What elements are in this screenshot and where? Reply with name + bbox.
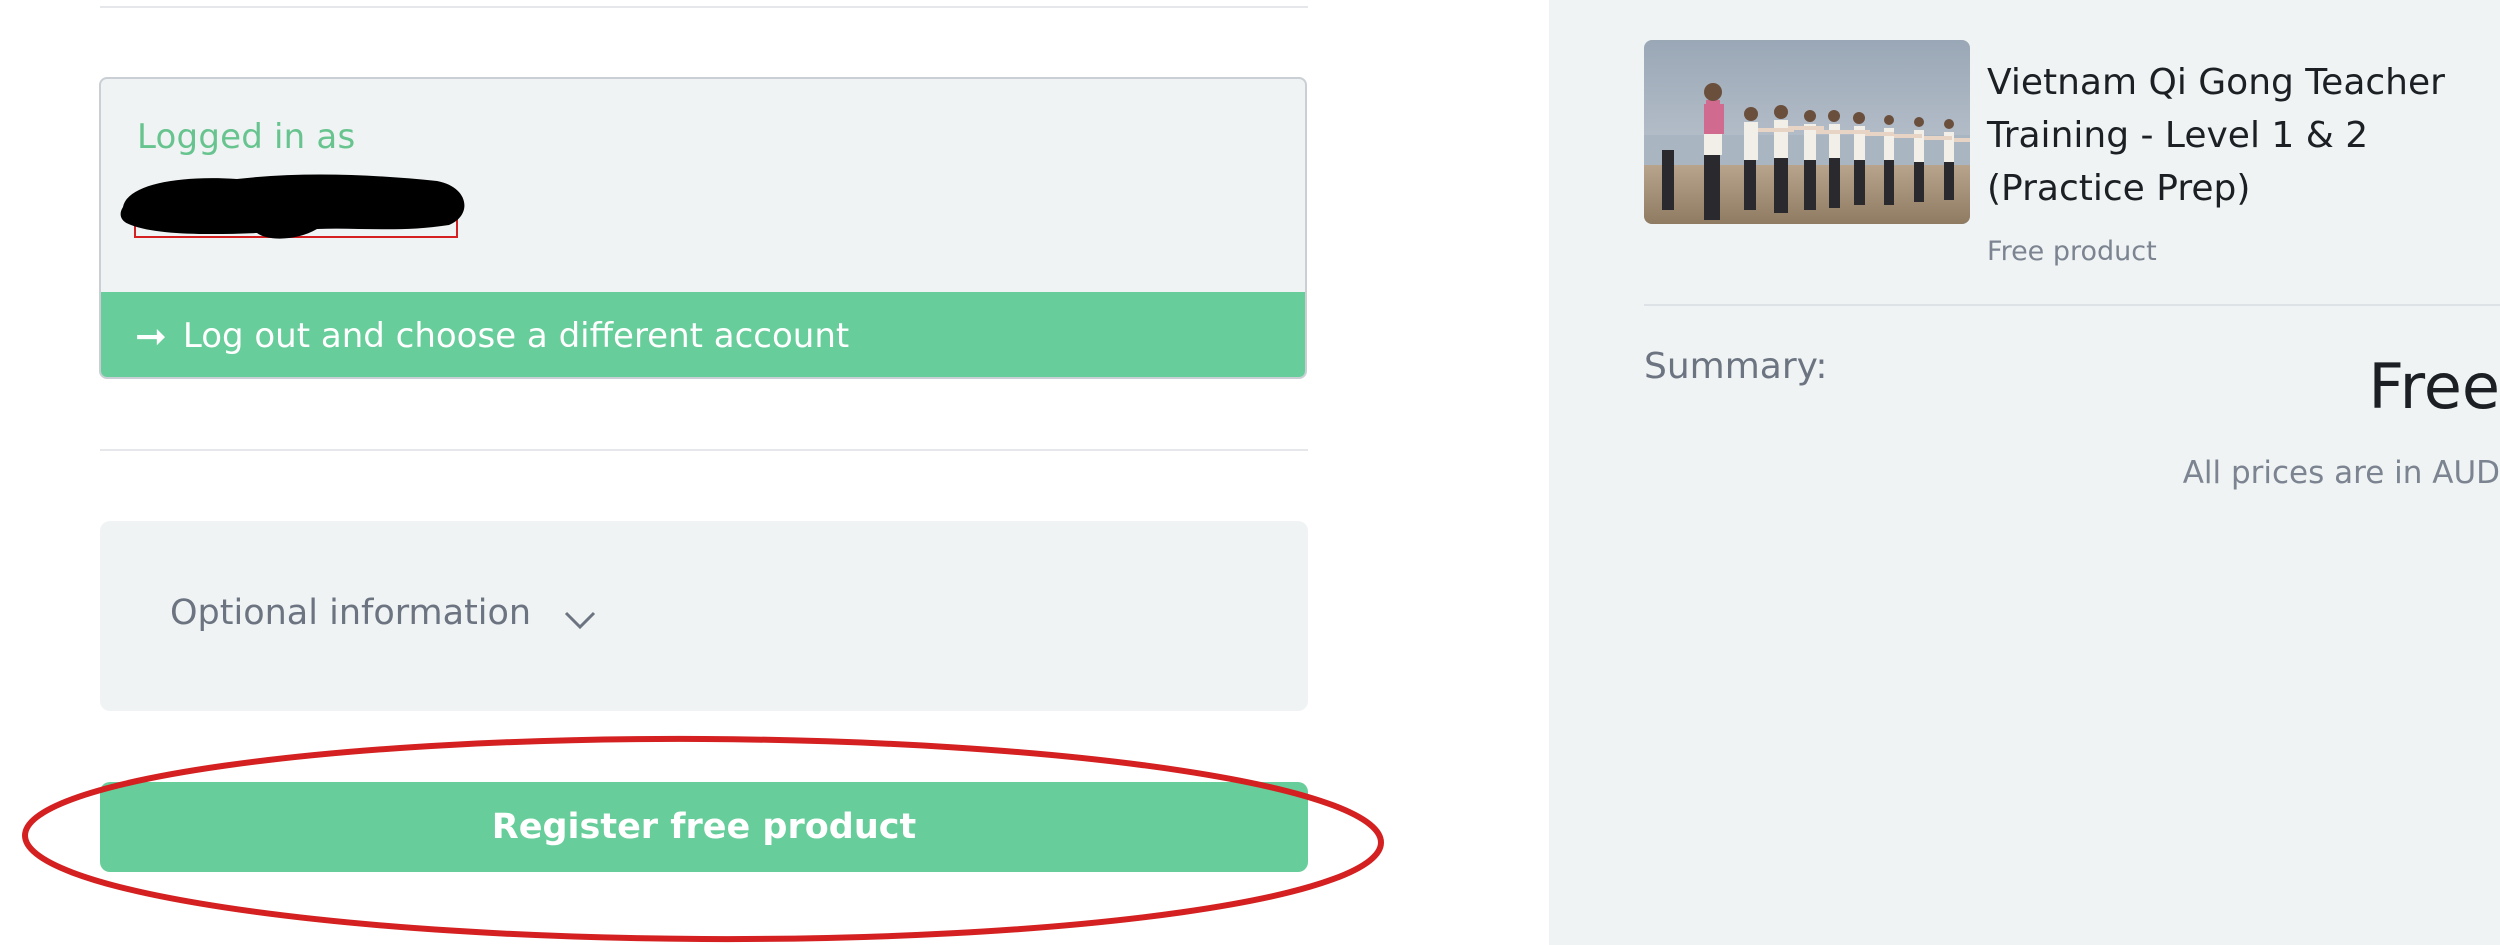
logout-button[interactable]: ➞ Log out and choose a different account <box>101 292 1305 377</box>
summary-total: Free <box>2368 350 2500 423</box>
sidebar-divider <box>1644 304 2500 306</box>
optional-information-label: Optional information <box>170 593 532 633</box>
optional-information-toggle[interactable]: Optional information <box>100 521 1308 711</box>
section-divider <box>100 449 1308 451</box>
currency-note: All prices are in AUD <box>2182 455 2500 491</box>
redacted-email <box>120 174 465 239</box>
product-thumbnail <box>1644 40 1970 224</box>
top-divider <box>100 6 1308 8</box>
chevron-down-icon <box>564 611 596 630</box>
product-type-label: Free product <box>1987 236 2157 267</box>
order-summary-sidebar: Vietnam Qi Gong Teacher Training - Level… <box>1549 0 2500 945</box>
arrow-right-icon: ➞ <box>135 313 167 358</box>
summary-label: Summary: <box>1644 346 1828 387</box>
account-card: Logged in as ➞ Log out and choose a diff… <box>99 77 1307 379</box>
logged-in-label: Logged in as <box>137 117 356 157</box>
register-free-product-button[interactable]: Register free product <box>100 782 1308 872</box>
product-title: Vietnam Qi Gong Teacher Training - Level… <box>1987 62 2445 209</box>
checkout-page: Logged in as ➞ Log out and choose a diff… <box>0 0 2500 945</box>
logout-label: Log out and choose a different account <box>182 315 850 356</box>
